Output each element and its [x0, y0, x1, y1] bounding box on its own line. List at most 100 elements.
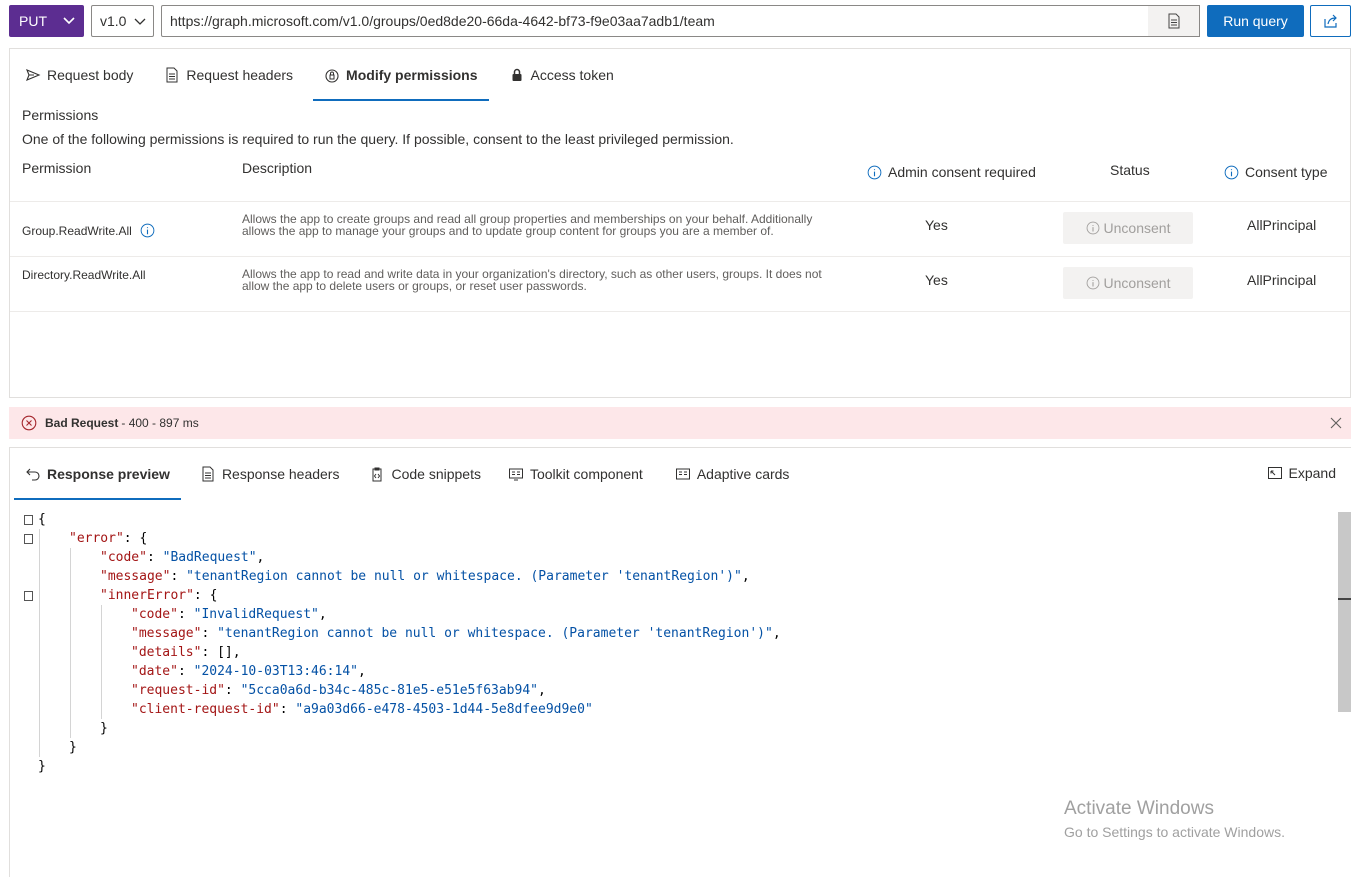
info-icon[interactable] [1224, 165, 1239, 180]
tab-label: Toolkit component [529, 466, 643, 482]
permission-description: Allows the app to create groups and read… [242, 212, 813, 238]
url-docs-button[interactable] [1148, 5, 1200, 37]
info-icon[interactable] [140, 223, 155, 238]
tab-response-headers[interactable]: Response headers [189, 448, 351, 500]
tab-label: Response headers [221, 466, 340, 482]
json-line: "code": "InvalidRequest", [131, 607, 327, 622]
version-dropdown[interactable]: v1.0 [91, 5, 154, 37]
info-icon [1086, 276, 1099, 290]
tab-access-token[interactable]: Access token [498, 49, 625, 101]
lock-shield-icon [325, 69, 339, 83]
unconsent-button[interactable]: Unconsent [1063, 212, 1193, 244]
tab-request-body[interactable]: Request body [14, 49, 144, 101]
document-icon [166, 67, 178, 83]
row-divider [10, 201, 1350, 202]
chevron-down-icon [134, 18, 146, 25]
tab-label: Request body [47, 67, 134, 83]
expand-button[interactable]: Expand [1267, 465, 1336, 481]
request-panel: Request body Request headers Modify perm… [9, 48, 1351, 398]
scrollbar[interactable] [1338, 512, 1351, 712]
send-icon [26, 68, 41, 82]
header-permission: Permission [22, 160, 92, 176]
json-line: "client-request-id": "a9a03d66-e478-4503… [131, 702, 593, 717]
fold-toggle[interactable] [24, 534, 33, 544]
json-line: "innerError": { [100, 588, 218, 603]
activate-windows-watermark: Activate Windows Go to Settings to activ… [1064, 798, 1285, 840]
json-line: "date": "2024-10-03T13:46:14", [131, 664, 366, 679]
watermark-subtitle: Go to Settings to activate Windows. [1064, 824, 1285, 840]
indent-guide [101, 605, 102, 719]
info-icon [1086, 221, 1099, 235]
request-tabs: Request body Request headers Modify perm… [14, 49, 625, 101]
close-icon[interactable] [1329, 416, 1343, 430]
permission-description: Allows the app to read and write data in… [242, 267, 822, 293]
permissions-subtitle: One of the following permissions is requ… [22, 131, 734, 147]
tab-label: Access token [530, 67, 614, 83]
expand-label: Expand [1288, 465, 1336, 481]
chevron-down-icon [63, 17, 75, 25]
tab-request-headers[interactable]: Request headers [153, 49, 304, 101]
toolkit-icon [508, 468, 523, 481]
row-divider [10, 311, 1350, 312]
json-line: "message": "tenantRegion cannot be null … [100, 569, 750, 584]
indent-guide [39, 529, 40, 757]
fold-toggle[interactable] [24, 515, 33, 525]
url-input[interactable]: https://graph.microsoft.com/v1.0/groups/… [161, 5, 1200, 37]
json-line: { [38, 512, 46, 527]
run-query-button[interactable]: Run query [1207, 5, 1304, 37]
tab-label: Modify permissions [346, 67, 478, 83]
header-admin-consent: Admin consent required [867, 164, 1036, 180]
tab-toolkit-component[interactable]: Toolkit component [497, 448, 654, 500]
tab-adaptive-cards[interactable]: Adaptive cards [664, 448, 801, 500]
consent-type-value: AllPrincipal [1247, 272, 1317, 288]
header-description: Description [242, 160, 313, 176]
share-button[interactable] [1310, 5, 1351, 37]
card-icon [675, 468, 690, 480]
json-line: } [38, 759, 46, 774]
header-status: Status [1110, 162, 1150, 178]
admin-consent-value: Yes [925, 217, 948, 233]
json-line: "message": "tenantRegion cannot be null … [131, 626, 781, 641]
permissions-title: Permissions [22, 107, 99, 123]
status-label: Bad Request [45, 416, 119, 430]
header-consent-type: Consent type [1224, 164, 1328, 180]
tab-label: Adaptive cards [696, 466, 790, 482]
tab-code-snippets[interactable]: Code snippets [358, 448, 492, 500]
json-line: } [100, 721, 108, 736]
fold-toggle[interactable] [24, 591, 33, 601]
consent-type-value: AllPrincipal [1247, 217, 1317, 233]
json-line: "details": [], [131, 645, 241, 660]
info-icon[interactable] [867, 165, 882, 180]
permission-name: Group.ReadWrite.All [22, 223, 155, 238]
json-line: } [69, 740, 77, 755]
tab-label: Request headers [186, 67, 294, 83]
status-detail: - 400 - 897 ms [121, 416, 199, 430]
status-bar: Bad Request - 400 - 897 ms [9, 407, 1351, 439]
response-tabs: Response preview Response headers Code s… [14, 448, 800, 500]
version-label: v1.0 [100, 13, 127, 29]
unconsent-button[interactable]: Unconsent [1063, 267, 1193, 299]
tab-label: Response preview [47, 466, 170, 482]
tab-response-preview[interactable]: Response preview [14, 448, 181, 500]
json-line: "request-id": "5cca0a6d-b34c-485c-81e5-e… [131, 683, 546, 698]
url-text: https://graph.microsoft.com/v1.0/groups/… [170, 13, 715, 29]
document-icon [1168, 13, 1179, 29]
watermark-title: Activate Windows [1064, 798, 1214, 819]
undo-arrow-icon [26, 468, 40, 481]
indent-guide [70, 548, 71, 738]
share-icon [1323, 14, 1337, 28]
permission-name: Directory.ReadWrite.All [22, 268, 146, 282]
lock-icon [512, 68, 522, 81]
http-method-dropdown[interactable]: PUT [9, 5, 84, 37]
json-line: "error": { [69, 531, 148, 546]
scrollbar-marker [1338, 598, 1351, 600]
document-icon [202, 466, 214, 482]
error-circle-icon [21, 415, 37, 431]
tab-modify-permissions[interactable]: Modify permissions [313, 49, 489, 101]
clipboard-code-icon [372, 467, 382, 482]
http-method-label: PUT [19, 13, 47, 29]
json-line: "code": "BadRequest", [100, 550, 265, 565]
tab-label: Code snippets [391, 466, 481, 482]
expand-icon [1267, 467, 1282, 479]
query-bar: PUT v1.0 https://graph.microsoft.com/v1.… [0, 0, 1351, 44]
